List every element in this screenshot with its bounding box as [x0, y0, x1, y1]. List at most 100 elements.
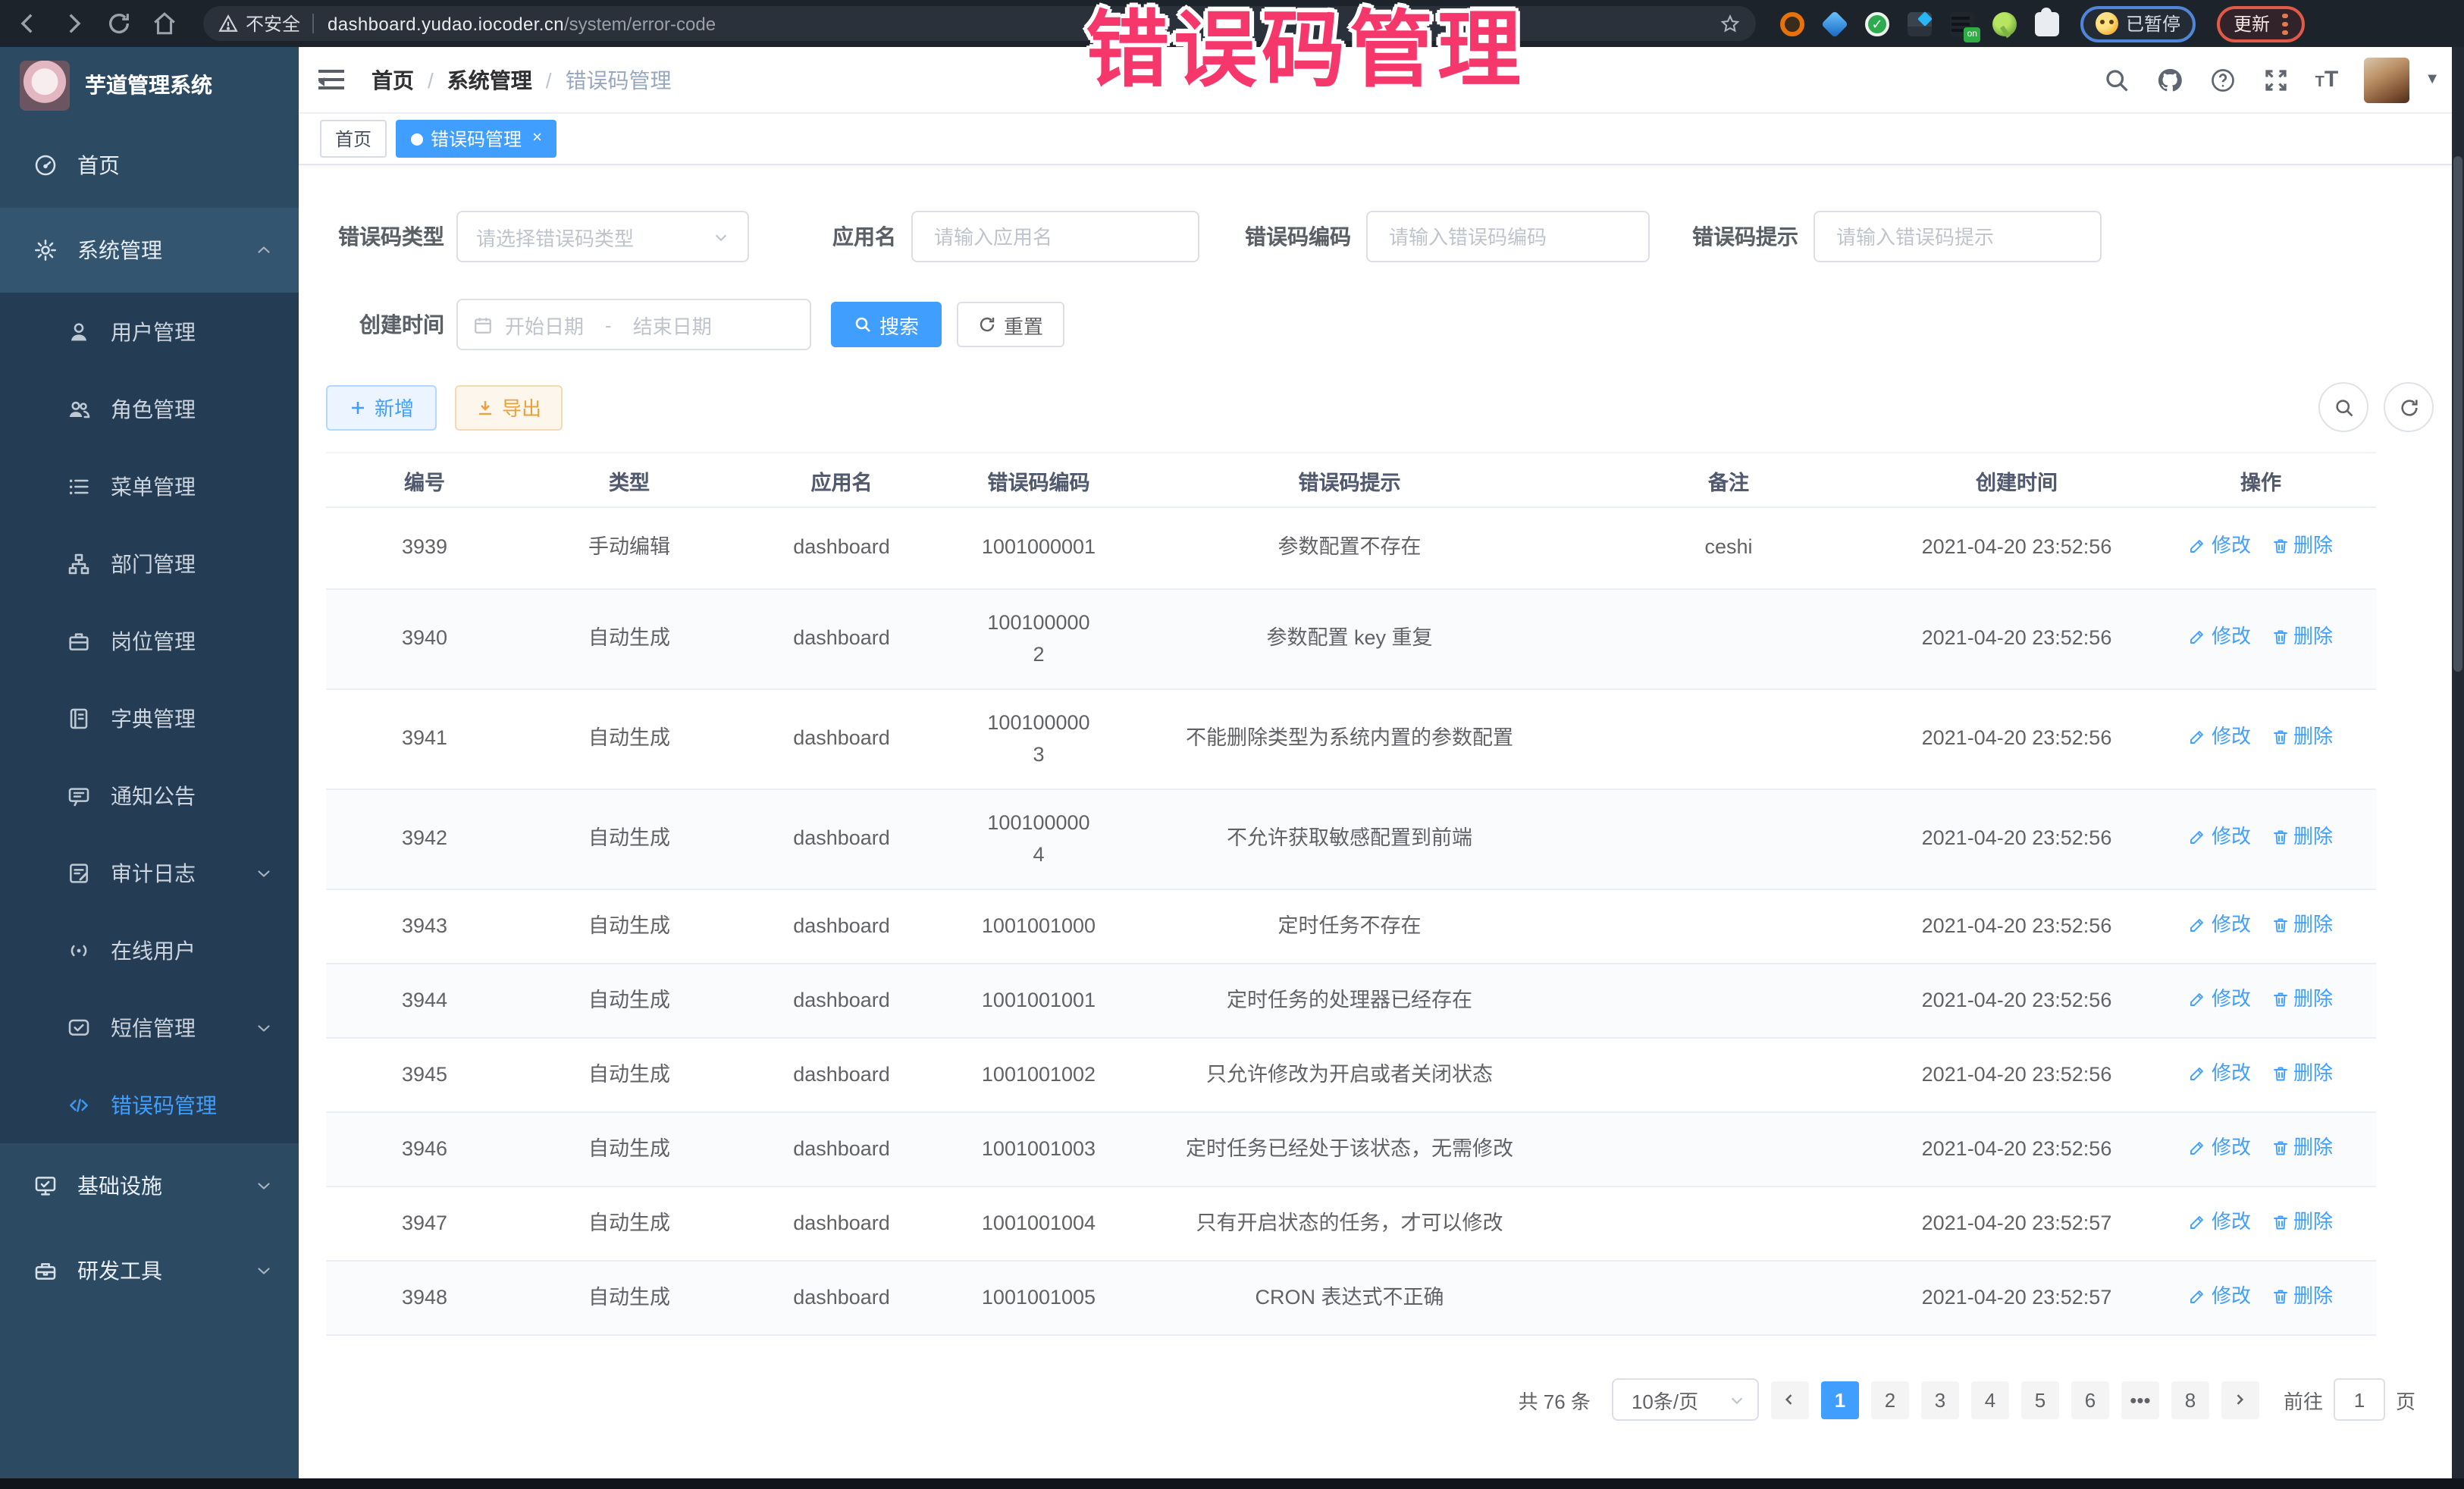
not-secure-label[interactable]: 不安全: [246, 11, 300, 36]
reset-button[interactable]: 重置: [957, 302, 1064, 347]
export-button[interactable]: 导出: [455, 384, 563, 430]
sidebar-item-dict[interactable]: 字典管理: [0, 679, 299, 757]
app-name-field[interactable]: [931, 224, 1180, 249]
sidebar-item-sms[interactable]: 短信管理: [0, 989, 299, 1066]
sidebar-item-post[interactable]: 岗位管理: [0, 602, 299, 679]
delete-button[interactable]: 删除: [2271, 1281, 2333, 1311]
bookmark-star-icon[interactable]: [1719, 13, 1741, 34]
chevron-down-icon[interactable]: ▼: [2425, 71, 2440, 88]
delete-button[interactable]: 删除: [2271, 1206, 2333, 1237]
browser-scrollbar[interactable]: [2452, 47, 2464, 1478]
delete-button[interactable]: 删除: [2271, 822, 2333, 852]
scrollbar-thumb[interactable]: [2453, 156, 2462, 672]
extension-paused-pill[interactable]: 已暂停: [2080, 5, 2196, 42]
github-icon[interactable]: [2156, 66, 2183, 93]
edit-button[interactable]: 修改: [2189, 822, 2251, 852]
browser-home-icon[interactable]: [152, 11, 177, 36]
delete-button[interactable]: 删除: [2271, 1058, 2333, 1088]
extension-green-circle[interactable]: [1865, 11, 1889, 36]
delete-button[interactable]: 删除: [2271, 722, 2333, 752]
sidebar-item-system[interactable]: 系统管理: [0, 208, 299, 293]
page-button-8[interactable]: 8: [2171, 1381, 2209, 1418]
delete-button[interactable]: 删除: [2271, 909, 2333, 939]
app-logo[interactable]: 芋道管理系统: [0, 47, 299, 123]
delete-button[interactable]: 删除: [2271, 983, 2333, 1014]
tag-home[interactable]: 首页: [320, 120, 387, 158]
search-button[interactable]: 搜索: [831, 302, 942, 347]
next-page-button[interactable]: [2221, 1381, 2259, 1418]
tag-close-icon[interactable]: ×: [532, 130, 542, 147]
sidebar-item-online-user[interactable]: 在线用户: [0, 911, 299, 989]
sidebar: 芋道管理系统 首页系统管理用户管理角色管理菜单管理部门管理岗位管理字典管理通知公…: [0, 47, 299, 1478]
error-code-field[interactable]: [1386, 224, 1630, 249]
extension-green-key[interactable]: [1992, 11, 2017, 36]
edit-button[interactable]: 修改: [2189, 1281, 2251, 1311]
sidebar-item-error-code[interactable]: 错误码管理: [0, 1066, 299, 1143]
edit-button[interactable]: 修改: [2189, 531, 2251, 561]
kebab-menu-icon[interactable]: [2282, 11, 2288, 36]
hamburger-icon[interactable]: [318, 70, 344, 89]
extension-orange-ring[interactable]: [1780, 11, 1804, 36]
page-size-select[interactable]: 10条/页: [1612, 1378, 1759, 1421]
error-type-select[interactable]: 请选择错误码类型: [456, 211, 749, 262]
sidebar-item-user[interactable]: 用户管理: [0, 293, 299, 370]
sidebar-item-infra[interactable]: 基础设施: [0, 1143, 299, 1228]
goto-page-input[interactable]: [2334, 1378, 2385, 1421]
show-search-button[interactable]: [2318, 382, 2368, 432]
cell-create-time: 2021-04-20 23:52:56: [1888, 589, 2146, 689]
tag-error-code[interactable]: 错误码管理 ×: [396, 120, 557, 158]
add-button[interactable]: 新增: [326, 384, 437, 430]
edit-button[interactable]: 修改: [2189, 1058, 2251, 1088]
cell-id: 3944: [326, 964, 523, 1038]
font-size-icon[interactable]: TT: [2315, 67, 2339, 92]
delete-button[interactable]: 删除: [2271, 531, 2333, 561]
browser-forward-icon[interactable]: [61, 11, 86, 36]
help-icon[interactable]: [2209, 66, 2237, 93]
prev-page-button[interactable]: [1771, 1381, 1809, 1418]
page-button-2[interactable]: 2: [1871, 1381, 1909, 1418]
extension-list-on[interactable]: [1950, 11, 1974, 36]
edit-button[interactable]: 修改: [2189, 722, 2251, 752]
page-button-5[interactable]: 5: [2021, 1381, 2059, 1418]
edit-button[interactable]: 修改: [2189, 622, 2251, 652]
extension-blue-grid[interactable]: [1908, 11, 1932, 36]
user-avatar[interactable]: [2364, 57, 2409, 102]
sidebar-item-role[interactable]: 角色管理: [0, 370, 299, 447]
error-msg-field[interactable]: [1833, 224, 2082, 249]
breadcrumb-system[interactable]: 系统管理: [447, 64, 532, 95]
edit-button[interactable]: 修改: [2189, 909, 2251, 939]
sidebar-item-devtools[interactable]: 研发工具: [0, 1228, 299, 1313]
error-msg-input[interactable]: [1814, 211, 2102, 262]
page-button-1[interactable]: 1: [1821, 1381, 1859, 1418]
edit-button[interactable]: 修改: [2189, 1132, 2251, 1162]
browser-back-icon[interactable]: [15, 11, 41, 36]
delete-button[interactable]: 删除: [2271, 622, 2333, 652]
page-button-4[interactable]: 4: [1971, 1381, 2009, 1418]
browser-update-button[interactable]: 更新: [2217, 5, 2305, 42]
extension-blue-gem[interactable]: [1821, 10, 1848, 37]
sidebar-item-menu[interactable]: 菜单管理: [0, 447, 299, 525]
edit-button[interactable]: 修改: [2189, 983, 2251, 1014]
sidebar-item-home[interactable]: 首页: [0, 123, 299, 208]
sidebar-item-audit-log[interactable]: 审计日志: [0, 834, 299, 911]
logo-avatar: [20, 60, 70, 110]
sms-icon: [67, 1015, 91, 1039]
cell-create-time: 2021-04-20 23:52:56: [1888, 689, 2146, 789]
app-name-input[interactable]: [911, 211, 1199, 262]
sidebar-item-notice[interactable]: 通知公告: [0, 757, 299, 834]
delete-icon: [2271, 1212, 2289, 1230]
search-icon[interactable]: [2103, 66, 2130, 93]
browser-reload-icon[interactable]: [106, 11, 132, 36]
edit-button[interactable]: 修改: [2189, 1206, 2251, 1237]
breadcrumb-home[interactable]: 首页: [371, 64, 414, 95]
fullscreen-icon[interactable]: [2262, 66, 2290, 93]
extension-puzzle[interactable]: [2035, 11, 2059, 36]
error-code-input[interactable]: [1366, 211, 1650, 262]
delete-button[interactable]: 删除: [2271, 1132, 2333, 1162]
page-button-6[interactable]: 6: [2071, 1381, 2109, 1418]
sidebar-item-dept[interactable]: 部门管理: [0, 525, 299, 602]
page-button-3[interactable]: 3: [1921, 1381, 1959, 1418]
date-range-picker[interactable]: 开始日期 - 结束日期: [456, 299, 811, 350]
page-ellipsis-button[interactable]: •••: [2121, 1381, 2159, 1418]
refresh-table-button[interactable]: [2384, 382, 2434, 432]
